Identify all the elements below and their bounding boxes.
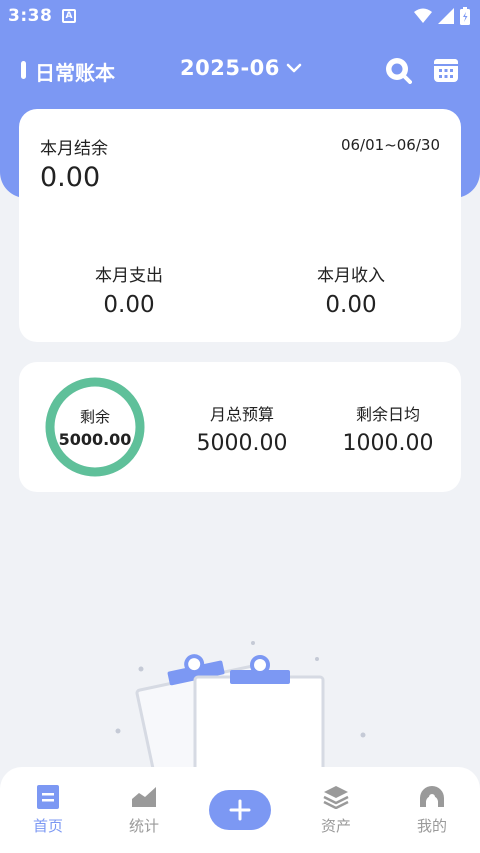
calendar-button[interactable] (432, 56, 460, 84)
wifi-icon (414, 8, 432, 23)
expense-value: 0.00 (103, 292, 155, 318)
profile-icon (420, 786, 444, 807)
expense-label: 本月支出 (95, 266, 163, 286)
clipboard-illustration (115, 641, 366, 819)
app-notification-icon: A (62, 9, 76, 23)
bottom-navigation: 首页 统计 资产 我的 (0, 767, 480, 853)
chart-icon (131, 785, 157, 807)
book-title[interactable]: 日常账本 (35, 57, 115, 86)
nav-label-assets: 资产 (320, 817, 351, 835)
total-budget-value: 5000.00 (196, 431, 288, 456)
battery-icon (460, 7, 470, 25)
daily-average-value: 1000.00 (342, 431, 434, 456)
income-value: 0.00 (325, 292, 377, 318)
signal-icon (438, 8, 454, 24)
remaining-label: 剩余 (79, 408, 110, 426)
nav-label-home: 首页 (32, 817, 63, 835)
total-budget: 月总预算 5000.00 (187, 401, 297, 456)
search-button[interactable] (384, 56, 412, 84)
empty-state-illustration (105, 625, 375, 819)
budget-ring: 剩余 5000.00 (44, 376, 146, 478)
budget-card[interactable]: 剩余 5000.00 月总预算 5000.00 剩余日均 1000.00 (19, 362, 461, 492)
income-label: 本月收入 (317, 266, 385, 286)
app-bar: 日常账本 2025-06 (0, 48, 480, 92)
month-label: 2025-06 (180, 56, 280, 80)
income-summary: 本月收入 0.00 (271, 261, 431, 318)
search-icon (386, 58, 412, 84)
layers-icon (323, 786, 349, 809)
month-selector[interactable]: 2025-06 (180, 56, 302, 80)
add-record-button[interactable] (209, 790, 271, 830)
nav-item-home[interactable]: 首页 (18, 785, 78, 836)
balance-label: 本月结余 (40, 139, 108, 159)
chevron-down-icon (286, 63, 302, 73)
expense-summary: 本月支出 0.00 (49, 261, 209, 318)
monthly-summary-card[interactable]: 本月结余 0.00 06/01~06/30 本月支出 0.00 本月收入 0.0… (19, 109, 461, 342)
ring-text: 剩余 5000.00 (44, 406, 146, 449)
balance-value: 0.00 (40, 162, 101, 193)
calendar-icon (434, 59, 458, 82)
status-icons (414, 7, 470, 25)
plus-icon (229, 799, 251, 821)
remaining-value: 5000.00 (58, 430, 132, 449)
nav-item-mine[interactable]: 我的 (402, 785, 462, 836)
nav-label-stats: 统计 (128, 817, 159, 835)
status-time: 3:38 (8, 6, 53, 26)
nav-item-assets[interactable]: 资产 (306, 785, 366, 836)
book-marker (21, 61, 26, 79)
daily-average: 剩余日均 1000.00 (333, 401, 443, 456)
total-budget-label: 月总预算 (209, 405, 274, 424)
nav-item-stats[interactable]: 统计 (114, 785, 174, 836)
home-icon (37, 785, 59, 809)
nav-label-mine: 我的 (416, 817, 447, 835)
daily-average-label: 剩余日均 (355, 405, 420, 424)
status-bar: 3:38 A (0, 0, 480, 34)
date-range: 06/01~06/30 (340, 136, 440, 154)
